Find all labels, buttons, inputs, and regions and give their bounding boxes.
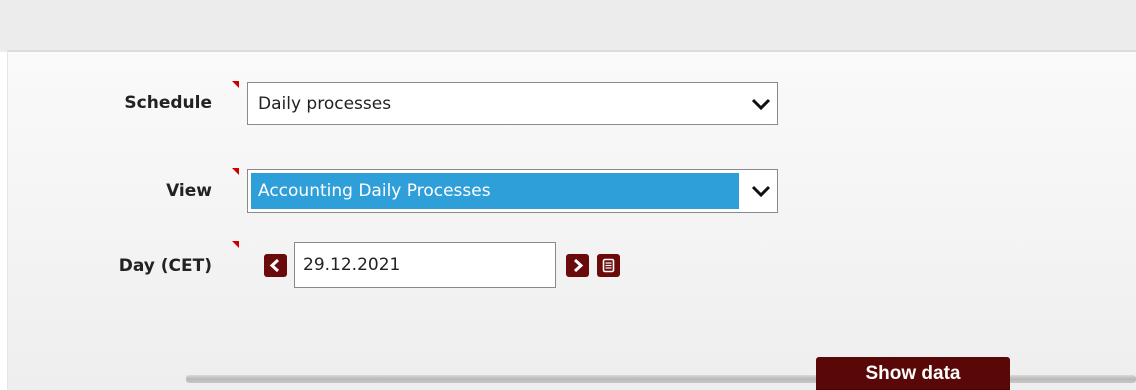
day-date-input[interactable]: 29.12.2021 xyxy=(294,242,556,288)
calendar-button[interactable] xyxy=(597,254,620,277)
schedule-select-value: Daily processes xyxy=(258,93,392,114)
required-marker xyxy=(232,241,239,248)
show-data-button[interactable]: Show data xyxy=(816,357,1010,390)
view-select-value: Accounting Daily Processes xyxy=(258,181,491,201)
previous-day-button[interactable] xyxy=(264,254,287,277)
next-day-button[interactable] xyxy=(566,254,589,277)
calendar-icon xyxy=(602,258,615,273)
required-marker xyxy=(232,81,239,88)
chevron-left-icon xyxy=(269,258,280,273)
divider-rule-left xyxy=(186,375,818,383)
chevron-down-icon xyxy=(751,185,771,198)
chevron-down-icon xyxy=(751,98,771,110)
required-marker xyxy=(232,168,239,175)
chevron-right-icon xyxy=(573,258,584,273)
divider-rule-right xyxy=(1008,375,1136,383)
schedule-select[interactable]: Daily processes xyxy=(247,82,778,125)
top-band xyxy=(0,0,1136,52)
view-select[interactable]: Accounting Daily Processes xyxy=(247,169,778,213)
schedule-label: Schedule xyxy=(124,93,212,113)
day-label: Day (CET) xyxy=(118,256,212,276)
view-label: View xyxy=(166,181,212,201)
